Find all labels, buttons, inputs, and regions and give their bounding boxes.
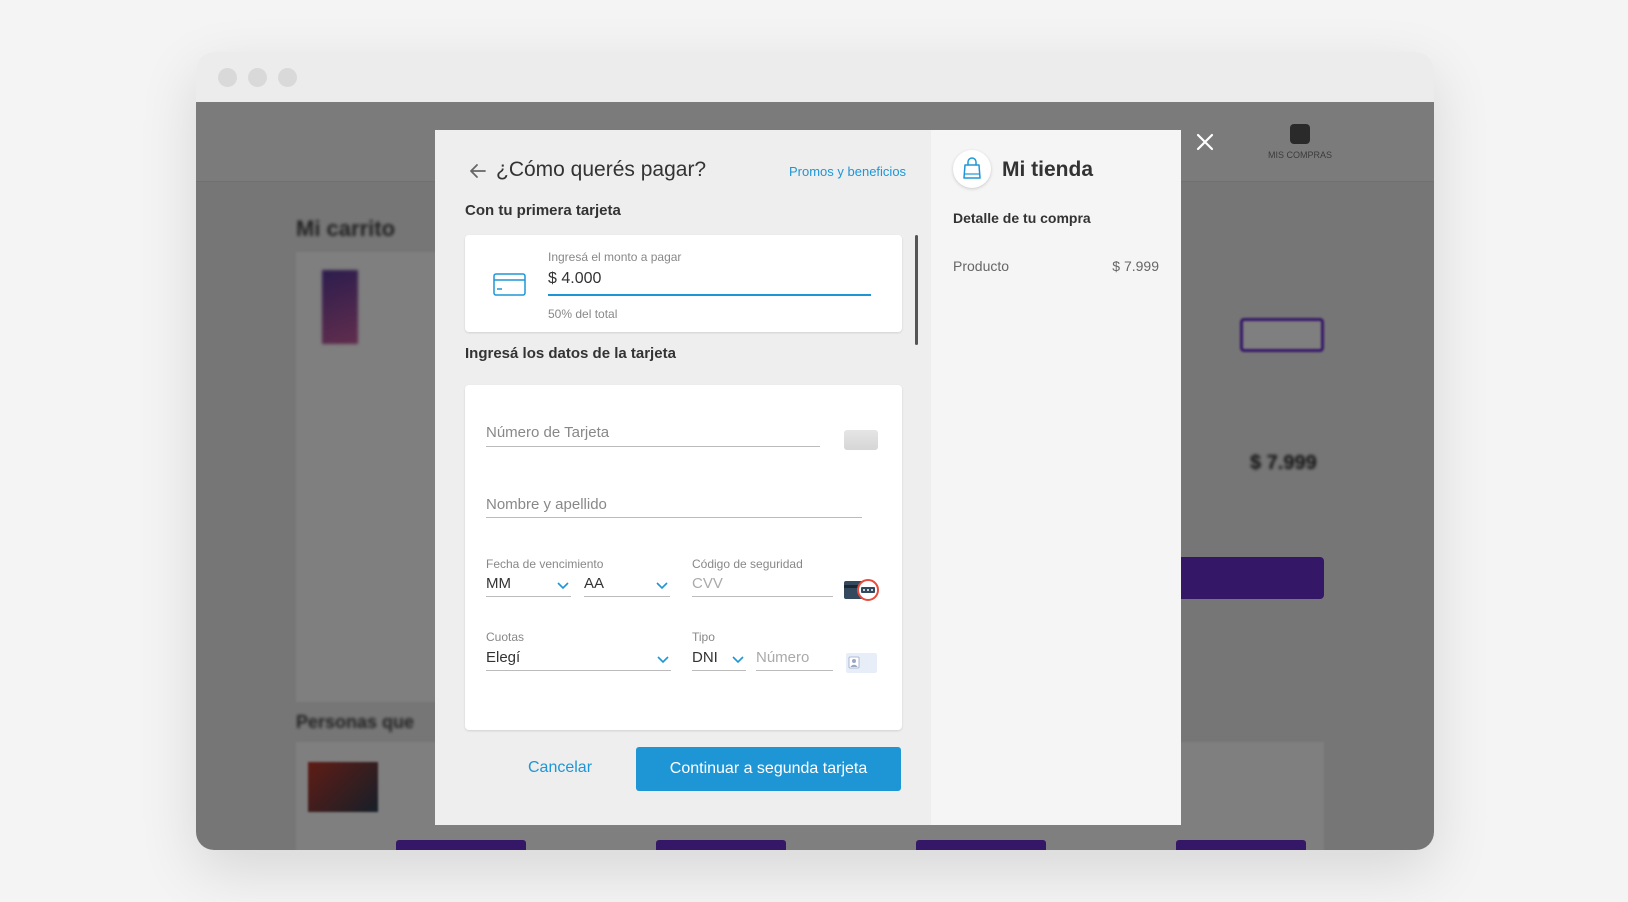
summary-item-price: $ 7.999 [1112,258,1159,274]
payment-pane: ¿Cómo querés pagar? Promos y beneficios … [435,130,931,825]
card-data-section-title: Ingresá los datos de la tarjeta [465,345,676,362]
promos-link[interactable]: Promos y beneficios [789,164,906,179]
summary-item-label: Producto [953,258,1010,274]
installments-select[interactable]: Elegí [486,646,671,671]
back-arrow-icon[interactable] [469,162,487,180]
cvv-placeholder: CVV [692,575,723,592]
doc-type-select[interactable]: DNI [692,646,746,671]
installments-label: Cuotas [486,630,525,644]
purchase-detail-title: Detalle de tu compra [953,210,1091,226]
installments-value: Elegí [486,649,521,666]
window-maximize-dot[interactable] [278,68,297,87]
doc-number-placeholder: Número [756,649,810,666]
cvv-field[interactable]: CVV [692,573,833,597]
amount-hint: 50% del total [548,307,618,321]
expiry-year-select[interactable]: AA [584,573,670,597]
close-icon[interactable] [1196,133,1214,151]
order-summary-pane: Mi tienda Detalle de tu compra Producto … [931,130,1181,825]
card-form: Número de Tarjeta Nombre y apellido Fech… [465,385,902,730]
window-close-dot[interactable] [218,68,237,87]
amount-card: Ingresá el monto a pagar $ 4.000 50% del… [465,235,902,332]
card-number-field[interactable]: Número de Tarjeta [486,415,820,447]
store-name: Mi tienda [1002,158,1094,181]
cancel-button[interactable]: Cancelar [495,747,625,789]
card-number-placeholder: Número de Tarjeta [486,424,610,441]
chevron-down-icon [732,656,744,664]
payment-modal: ¿Cómo querés pagar? Promos y beneficios … [435,130,1181,825]
id-card-icon [846,653,877,673]
chevron-down-icon [657,656,669,664]
window-titlebar [196,52,1434,102]
expiry-label: Fecha de vencimiento [486,557,604,571]
doc-type-label: Tipo [692,630,715,644]
page-title: ¿Cómo querés pagar? [496,158,707,181]
name-field[interactable]: Nombre y apellido [486,488,862,518]
doc-type-value: DNI [692,649,718,666]
store-avatar [953,150,991,188]
cvv-card-icon [844,579,879,601]
amount-label: Ingresá el monto a pagar [548,250,682,264]
window-minimize-dot[interactable] [248,68,267,87]
chevron-down-icon [656,582,668,590]
card-brand-icon [844,430,878,450]
shopping-bag-icon [963,157,981,179]
chevron-down-icon [557,582,569,590]
credit-card-icon [493,273,526,296]
security-code-label: Código de seguridad [692,557,803,571]
expiry-month-select[interactable]: MM [486,573,571,597]
name-placeholder: Nombre y apellido [486,496,607,513]
scrollbar[interactable] [915,235,918,345]
month-value: MM [486,575,511,592]
year-value: AA [584,575,605,592]
doc-number-field[interactable]: Número [756,646,833,671]
continue-button[interactable]: Continuar a segunda tarjeta [636,747,901,791]
amount-input[interactable]: $ 4.000 [548,270,871,296]
first-card-section-title: Con tu primera tarjeta [465,202,621,219]
